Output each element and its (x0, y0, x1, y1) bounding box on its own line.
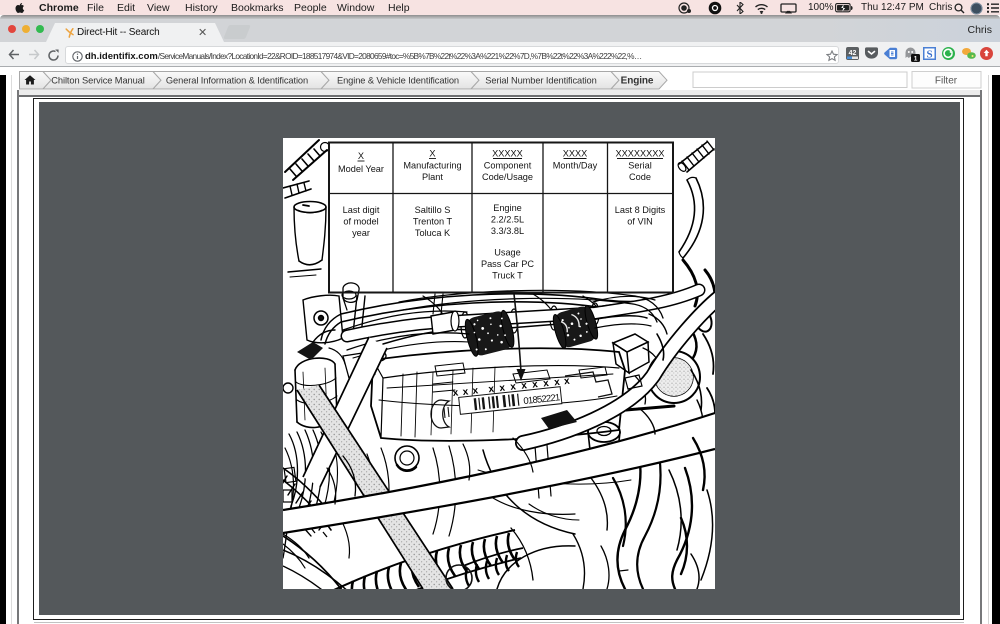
svg-text:Saltillo S: Saltillo S (415, 205, 451, 215)
svg-text:1: 1 (914, 56, 918, 63)
svg-text:of VIN: of VIN (627, 217, 653, 227)
svg-text:2.2/2.5L: 2.2/2.5L (491, 215, 524, 225)
svg-text:Manufacturing: Manufacturing (403, 161, 461, 171)
svg-text:Engine & Vehicle Identificatio: Engine & Vehicle Identification (337, 76, 459, 86)
svg-text:Component: Component (484, 161, 532, 171)
svg-text:XXXXXXXX: XXXXXXXX (615, 149, 664, 159)
svg-text:X: X (358, 151, 364, 161)
svg-text:X: X (429, 149, 435, 159)
svg-text:Usage: Usage (494, 248, 521, 258)
svg-text:XXXXX: XXXXX (492, 149, 523, 159)
svg-text:of model: of model (343, 217, 378, 227)
svg-text:Trenton T: Trenton T (413, 217, 453, 227)
svg-text:General Information & Identifi: General Information & Identification (166, 76, 308, 86)
svg-text:Serial: Serial (628, 161, 652, 171)
svg-text:Engine: Engine (621, 76, 654, 87)
svg-text:S: S (926, 49, 932, 61)
svg-text:3.3/3.8L: 3.3/3.8L (491, 226, 524, 236)
svg-text:Truck T: Truck T (492, 271, 523, 281)
svg-text:Filter: Filter (935, 76, 958, 87)
svg-text:42: 42 (849, 50, 857, 57)
svg-text:x: x (564, 376, 571, 388)
svg-text:Engine: Engine (493, 203, 522, 213)
svg-text:Code/Usage: Code/Usage (482, 172, 533, 182)
svg-text:Serial Number Identification: Serial Number Identification (485, 76, 596, 86)
svg-text:Model Year: Model Year (338, 164, 384, 174)
svg-text:Chilton Service Manual: Chilton Service Manual (51, 76, 144, 86)
svg-text:Month/Day: Month/Day (553, 161, 598, 171)
svg-text:Pass Car PC: Pass Car PC (481, 259, 534, 269)
svg-text:XXXX: XXXX (563, 149, 588, 159)
svg-text:Toluca K: Toluca K (415, 228, 451, 238)
svg-text:Last digit: Last digit (343, 205, 380, 215)
svg-text:Plant: Plant (422, 172, 443, 182)
svg-text:year: year (352, 228, 370, 238)
svg-text:Last 8 Digits: Last 8 Digits (615, 205, 666, 215)
svg-text:Code: Code (629, 172, 651, 182)
